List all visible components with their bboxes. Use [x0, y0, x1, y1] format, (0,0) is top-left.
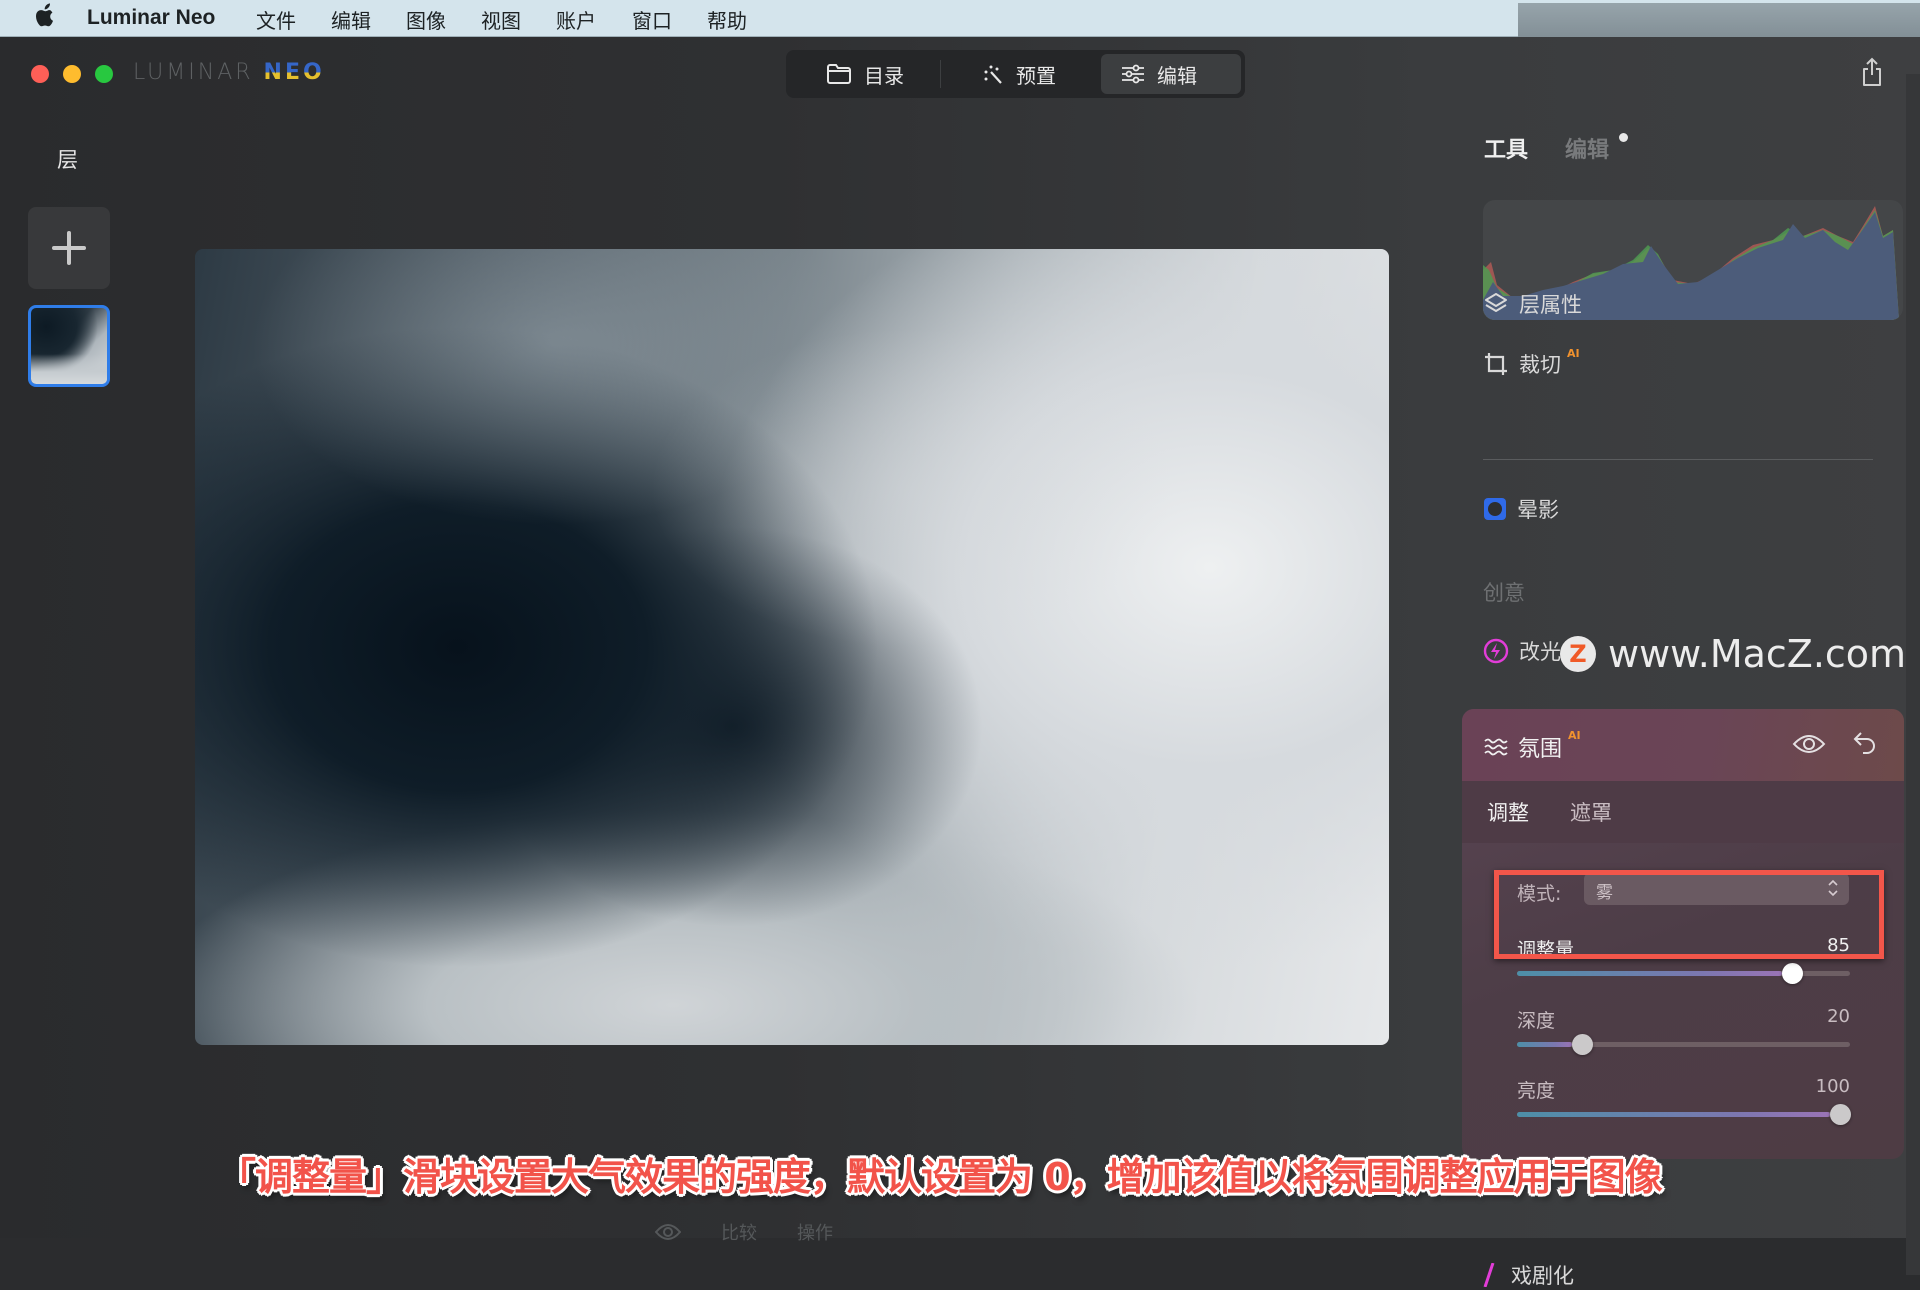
- drama-icon: [1483, 1263, 1495, 1287]
- edit-button[interactable]: 编辑: [1101, 54, 1241, 94]
- sliders-icon: [1122, 64, 1144, 84]
- actions-button[interactable]: 操作: [797, 1219, 833, 1245]
- magic-wand-icon: [984, 65, 1002, 84]
- undo-icon[interactable]: [1852, 729, 1878, 755]
- eye-icon[interactable]: [655, 1223, 681, 1241]
- close-button[interactable]: [31, 65, 49, 83]
- add-layer-button[interactable]: [28, 207, 110, 289]
- edits-indicator-dot: [1619, 133, 1628, 142]
- bottom-toolbar: 比较 操作: [655, 1219, 833, 1245]
- scrollbar-track[interactable]: [1906, 74, 1920, 1275]
- tool-layer-properties[interactable]: 层属性: [1483, 289, 1582, 319]
- tool-label: 戏剧化: [1511, 1264, 1574, 1288]
- layers-title: 层: [57, 148, 78, 172]
- tool-label: 晕影: [1517, 498, 1559, 522]
- logo-neo: NEO: [263, 60, 325, 85]
- ai-badge: AI: [1568, 729, 1581, 742]
- menu-account[interactable]: 账户: [556, 5, 596, 34]
- slider-brightness[interactable]: 亮度 100: [1517, 1076, 1851, 1126]
- tutorial-caption: 「调整量」滑块设置大气效果的强度，默认设置为 0，增加该值以将氛围调整应用于图像: [218, 1155, 1663, 1199]
- slider-fill: [1517, 1042, 1572, 1047]
- catalog-label: 目录: [864, 63, 904, 88]
- menu-window[interactable]: 窗口: [632, 5, 672, 34]
- crop-icon: [1485, 353, 1507, 375]
- tool-label: 裁切: [1519, 353, 1561, 377]
- tool-relight[interactable]: 改光: [1483, 636, 1561, 666]
- slider-label: 亮度: [1517, 1080, 1556, 1102]
- eye-icon[interactable]: [1792, 732, 1826, 756]
- slider-knob[interactable]: [1782, 963, 1803, 984]
- waves-icon: [1484, 738, 1508, 756]
- logo-luminar: LUMINAR: [133, 60, 254, 85]
- tab-edits[interactable]: 编辑: [1565, 132, 1609, 164]
- tool-vignette[interactable]: 晕影: [1483, 494, 1559, 524]
- folder-icon: [827, 64, 851, 84]
- slider-label: 深度: [1517, 1010, 1556, 1032]
- mode-toolbar: 目录 预置 编辑: [786, 50, 1245, 98]
- atmosphere-header[interactable]: 氛围 AI: [1462, 709, 1904, 781]
- annotation-highlight-box: [1494, 870, 1884, 959]
- slider-knob[interactable]: [1572, 1034, 1593, 1055]
- atmosphere-title-group: 氛围 AI: [1484, 729, 1581, 763]
- menu-file[interactable]: 文件: [256, 5, 296, 34]
- edit-label: 编辑: [1157, 63, 1197, 88]
- app-logo: LUMINAR NEO: [133, 60, 325, 85]
- divider: [1483, 459, 1873, 460]
- slider-value: 20: [1827, 1006, 1850, 1027]
- vignette-icon: [1484, 498, 1506, 520]
- catalog-button[interactable]: 目录: [806, 54, 924, 94]
- slider-fill: [1517, 971, 1782, 976]
- image-canvas[interactable]: [195, 249, 1389, 1045]
- tab-adjust[interactable]: 调整: [1487, 797, 1529, 827]
- watermark-text: www.MacZ.com: [1608, 632, 1907, 676]
- atmosphere-tabs: 调整 遮罩: [1462, 781, 1904, 843]
- menu-view[interactable]: 视图: [481, 5, 521, 34]
- app-menu[interactable]: Luminar Neo: [87, 6, 215, 30]
- layers-icon: [1485, 293, 1507, 312]
- smoke-photo: [195, 249, 1389, 1045]
- menu-edit[interactable]: 编辑: [331, 5, 371, 34]
- slider-fill: [1517, 1112, 1830, 1117]
- tool-drama[interactable]: 戏剧化: [1483, 1260, 1574, 1290]
- share-icon[interactable]: [1860, 57, 1884, 87]
- minimize-button[interactable]: [63, 65, 81, 83]
- presets-label: 预置: [1016, 63, 1056, 88]
- tool-label: 层属性: [1519, 293, 1582, 317]
- tab-tools[interactable]: 工具: [1484, 132, 1528, 164]
- compare-button[interactable]: 比较: [721, 1219, 757, 1245]
- slider-value: 100: [1815, 1076, 1850, 1097]
- section-creative-heading: 创意: [1483, 581, 1525, 605]
- ai-badge: AI: [1567, 347, 1580, 360]
- watermark-logo: Z: [1560, 636, 1596, 672]
- menu-image[interactable]: 图像: [406, 5, 446, 34]
- slider-depth[interactable]: 深度 20: [1517, 1006, 1850, 1056]
- app-window: LUMINAR NEO 目录 预置 编辑 层 工具 编辑 层属性 裁切 AI 晕…: [0, 37, 1920, 1288]
- tool-label: 改光: [1519, 640, 1561, 664]
- menu-help[interactable]: 帮助: [707, 5, 747, 34]
- watermark: Z www.MacZ.com: [1560, 632, 1906, 676]
- menu-bar-overlay: [1518, 3, 1920, 41]
- layer-thumbnail[interactable]: [28, 305, 110, 387]
- atmosphere-title: 氛围: [1518, 737, 1563, 762]
- lightning-icon: [1483, 638, 1509, 664]
- apple-icon[interactable]: [32, 3, 56, 31]
- zoom-button[interactable]: [95, 65, 113, 83]
- toolbar-divider: [940, 60, 941, 88]
- presets-button[interactable]: 预置: [962, 54, 1076, 94]
- slider-knob[interactable]: [1830, 1104, 1851, 1125]
- tab-mask[interactable]: 遮罩: [1570, 797, 1612, 827]
- tool-crop[interactable]: 裁切 AI: [1483, 347, 1580, 379]
